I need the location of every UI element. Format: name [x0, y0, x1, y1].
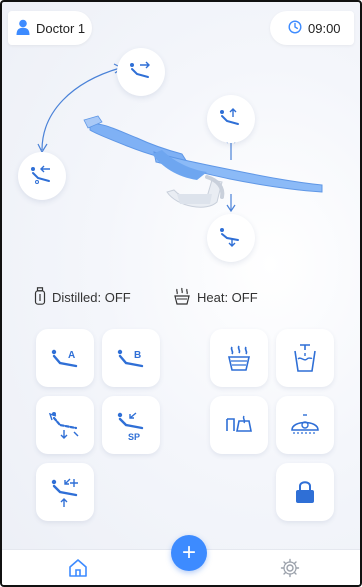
auto-return-button[interactable]: [36, 396, 94, 454]
bottle-icon: [34, 286, 46, 308]
distilled-label: Distilled: OFF: [52, 289, 131, 305]
time-label: 09:00: [308, 20, 341, 36]
preset-b-button[interactable]: B: [102, 329, 160, 387]
heat-toggle-button[interactable]: [210, 329, 268, 387]
user-name: Doctor 1: [36, 20, 86, 36]
position-upright-button[interactable]: [18, 152, 66, 200]
plus-icon: +: [181, 539, 196, 566]
gear-icon[interactable]: [278, 556, 302, 580]
heater-icon: [173, 287, 191, 308]
preset-sp-label: SP: [128, 432, 140, 441]
heat-label: Heat: OFF: [197, 289, 258, 305]
user-badge[interactable]: Doctor 1: [8, 11, 92, 45]
heater-icon: [227, 345, 251, 371]
chair-return-icon: [48, 412, 79, 439]
lock-icon: [296, 481, 314, 503]
spit-position-button[interactable]: SP: [102, 396, 160, 454]
chair-down-icon: [218, 225, 244, 252]
cup-fill-icon: [294, 344, 316, 372]
chair-backward-icon: [29, 164, 55, 189]
preset-a-button[interactable]: A: [36, 329, 94, 387]
chair-up-icon: [218, 107, 244, 132]
app-screen: Doctor 1 09:00 Distilled: OFF Heat: OFF …: [0, 0, 362, 587]
chair-up-button[interactable]: [207, 95, 255, 143]
operating-light-button[interactable]: [276, 396, 334, 454]
clock-icon: [288, 19, 302, 37]
spittoon-icon: [226, 415, 252, 432]
add-button[interactable]: +: [171, 535, 207, 571]
position-recline-button[interactable]: [117, 48, 165, 96]
preset-a-label: A: [68, 350, 75, 361]
chair-preset-a-icon: A: [51, 349, 78, 368]
home-icon[interactable]: [66, 556, 90, 580]
memory-add-button[interactable]: [36, 463, 94, 521]
chair-spit-icon: SP: [117, 412, 144, 441]
chair-preset-b-icon: B: [117, 349, 144, 368]
preset-b-label: B: [134, 350, 141, 361]
heat-status: Heat: OFF: [173, 285, 258, 309]
lamp-icon: [291, 414, 319, 434]
cup-fill-button[interactable]: [276, 329, 334, 387]
spittoon-flush-button[interactable]: [210, 396, 268, 454]
lock-button[interactable]: [276, 463, 334, 521]
chair-diagram: [2, 42, 360, 282]
person-icon: [16, 19, 30, 38]
chair-forward-icon: [128, 60, 154, 85]
chair-memory-icon: [51, 478, 78, 507]
clock-badge: 09:00: [270, 11, 354, 45]
distilled-status: Distilled: OFF: [34, 285, 131, 309]
chair-down-button[interactable]: [207, 214, 255, 262]
